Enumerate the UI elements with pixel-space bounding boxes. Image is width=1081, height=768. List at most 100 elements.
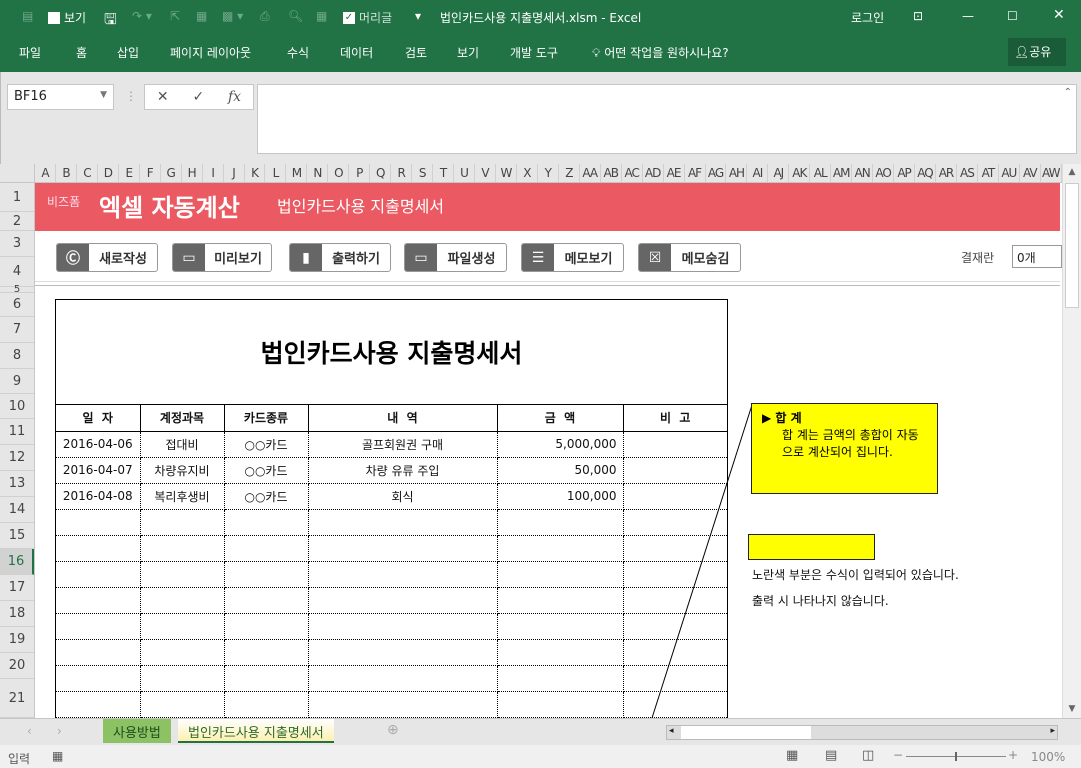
column-header[interactable]: AT [978, 164, 999, 182]
column-header[interactable]: AS [957, 164, 978, 182]
table-cell[interactable] [224, 639, 309, 666]
table-cell[interactable] [224, 665, 309, 692]
print-icon[interactable]: ⎙ [260, 9, 270, 24]
column-header[interactable]: AM [831, 164, 853, 182]
page-layout-view-icon[interactable]: ▤ [825, 748, 837, 763]
column-header[interactable]: AH [726, 164, 748, 182]
row-header[interactable]: 13 [0, 471, 34, 497]
table-cell[interactable] [308, 561, 498, 588]
table-cell[interactable] [56, 587, 141, 614]
table-cell[interactable] [140, 613, 225, 640]
zoom-slider[interactable] [906, 752, 1006, 761]
column-header[interactable]: W [496, 164, 517, 182]
scroll-down-icon[interactable]: ▼ [1063, 704, 1081, 714]
next-sheet-icon[interactable]: › [57, 724, 62, 738]
add-sheet-icon[interactable]: ⊕ [387, 722, 399, 738]
column-header[interactable]: AB [601, 164, 622, 182]
column-header[interactable]: AN [852, 164, 874, 182]
normal-view-icon[interactable]: ▦ [786, 748, 798, 763]
column-header[interactable]: V [475, 164, 496, 182]
table-cell[interactable] [224, 587, 309, 614]
column-header[interactable]: AG [706, 164, 727, 182]
tab-data[interactable]: 데이터 [340, 44, 373, 61]
preview-button[interactable]: ▭ 미리보기 [172, 243, 272, 272]
table-cell[interactable] [497, 665, 624, 692]
close-button[interactable]: ✕ [1053, 7, 1065, 23]
column-header[interactable]: Q [370, 164, 392, 182]
page-break-view-icon[interactable]: ◫ [862, 748, 874, 763]
row-header[interactable]: 8 [0, 343, 34, 369]
table-cell[interactable]: ○○카드 [224, 457, 309, 484]
row-header[interactable]: 12 [0, 445, 34, 471]
table-cell[interactable] [224, 509, 309, 536]
column-header[interactable]: AQ [915, 164, 936, 182]
column-header[interactable]: E [119, 164, 140, 182]
ribbon-options-icon[interactable]: ⊡ [913, 9, 923, 23]
table-cell[interactable] [497, 587, 624, 614]
table-cell[interactable]: 5,000,000 [497, 431, 624, 458]
formula-input[interactable]: ⌃ [257, 84, 1077, 154]
table-cell[interactable] [224, 535, 309, 562]
table-cell[interactable]: 50,000 [497, 457, 624, 484]
row-header[interactable]: 21 [0, 679, 34, 718]
column-header[interactable]: R [391, 164, 413, 182]
prev-sheet-icon[interactable]: ‹ [27, 724, 32, 738]
create-file-button[interactable]: ▭ 파일생성 [404, 243, 507, 272]
hide-memo-button[interactable]: ☒ 메모숨김 [638, 243, 741, 272]
table-cell[interactable] [308, 691, 498, 718]
collapse-formula-icon[interactable]: ⌃ [1064, 87, 1072, 98]
tell-me-search[interactable]: 💡︎ 어떤 작업을 원하시나요? [592, 44, 729, 61]
table-cell[interactable] [224, 561, 309, 588]
sheet-tab-usage[interactable]: 사용방법 [103, 719, 171, 743]
tab-review[interactable]: 검토 [405, 44, 427, 61]
column-header[interactable]: X [517, 164, 538, 182]
table-cell[interactable] [308, 613, 498, 640]
column-header[interactable]: O [328, 164, 350, 182]
tab-formulas[interactable]: 수식 [287, 44, 309, 61]
table-cell[interactable] [140, 691, 225, 718]
table-cell[interactable]: 회식 [308, 483, 498, 510]
column-header[interactable]: AD [643, 164, 664, 182]
row-header[interactable]: 19 [0, 627, 34, 653]
table-cell[interactable] [308, 509, 498, 536]
table-cell[interactable]: 2016-04-06 [56, 431, 141, 458]
column-header[interactable]: AK [789, 164, 811, 182]
row-header[interactable]: 14 [0, 497, 34, 523]
table-cell[interactable]: 복리후생비 [140, 483, 225, 510]
table-cell[interactable] [497, 535, 624, 562]
column-header[interactable]: B [56, 164, 77, 182]
vertical-scrollbar[interactable]: ▲ ▼ [1062, 164, 1081, 718]
column-header[interactable]: L [265, 164, 287, 182]
table-cell[interactable] [497, 613, 624, 640]
tab-file[interactable]: 파일 [19, 44, 41, 61]
zoom-slider-thumb[interactable] [955, 752, 957, 761]
row-header[interactable]: 4 [0, 257, 34, 287]
column-header[interactable]: AW [1041, 164, 1062, 182]
select-all[interactable] [0, 164, 35, 182]
horizontal-scrollbar[interactable]: ◂ ▸ [666, 725, 1058, 740]
show-memo-button[interactable]: ☰ 메모보기 [521, 243, 624, 272]
tab-page-layout[interactable]: 페이지 레이아웃 [170, 44, 251, 61]
login-button[interactable]: 로그인 [851, 9, 884, 26]
column-header[interactable]: AU [999, 164, 1020, 182]
table-cell[interactable] [140, 561, 225, 588]
memo-comment[interactable]: ▶ 합 계 합 계는 금액의 총합이 자동으로 계산되어 집니다. [751, 403, 938, 494]
tab-insert[interactable]: 삽입 [117, 44, 139, 61]
tab-developer[interactable]: 개발 도구 [510, 44, 558, 61]
maximize-button[interactable]: ☐ [1007, 9, 1018, 23]
column-header[interactable]: AL [810, 164, 832, 182]
table-cell[interactable]: 2016-04-07 [56, 457, 141, 484]
borders-icon[interactable]: ▩ ▾ [222, 9, 243, 23]
table-cell[interactable] [308, 535, 498, 562]
column-header[interactable]: AC [622, 164, 643, 182]
row-header[interactable]: 9 [0, 369, 34, 394]
sheet-tab-expense[interactable]: 법인카드사용 지출명세서 [178, 719, 334, 743]
column-header[interactable]: AA [580, 164, 601, 182]
scroll-up-icon[interactable]: ▲ [1063, 167, 1081, 177]
approval-select[interactable]: 0개 [1012, 245, 1062, 268]
scroll-right-icon[interactable]: ▸ [1050, 726, 1055, 736]
column-header[interactable]: AF [685, 164, 706, 182]
table-cell[interactable] [140, 665, 225, 692]
row-header[interactable]: 1 [0, 183, 34, 212]
table-cell[interactable] [497, 561, 624, 588]
